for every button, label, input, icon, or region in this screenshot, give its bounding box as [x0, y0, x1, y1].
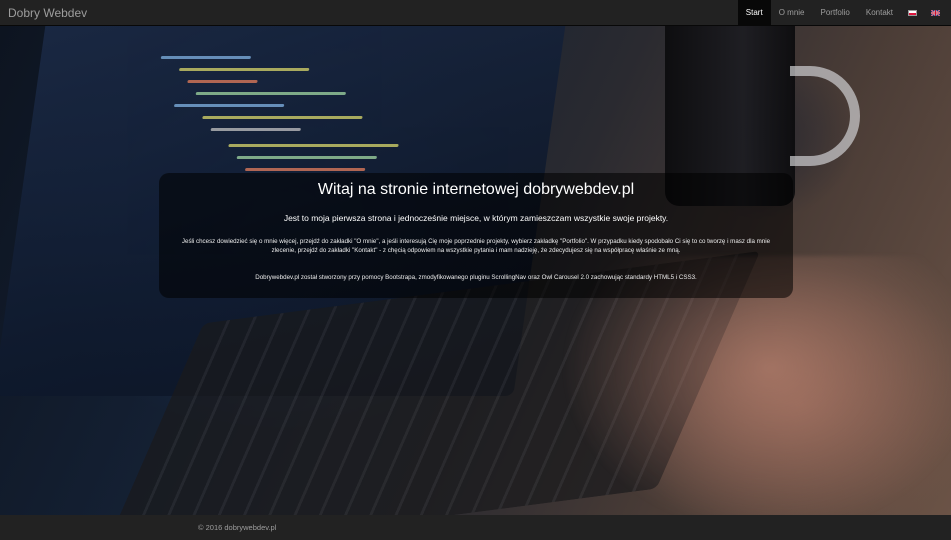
nav-item-portfolio[interactable]: Portfolio: [813, 0, 858, 26]
nav-item-start[interactable]: Start: [737, 0, 771, 26]
nav-item-o-mnie[interactable]: O mnie: [771, 0, 813, 26]
language-pl-button[interactable]: [901, 0, 924, 26]
nav-menu: Start O mnie Portfolio Kontakt: [737, 0, 951, 26]
welcome-tech-note: Dobrywebdev.pl został stworzony przy pom…: [255, 273, 697, 281]
welcome-title: Witaj na stronie internetowej dobrywebde…: [317, 181, 635, 198]
brand-link[interactable]: Dobry Webdev: [0, 6, 87, 20]
welcome-box: Witaj na stronie internetowej dobrywebde…: [159, 173, 793, 298]
top-navbar: Dobry Webdev Start O mnie Portfolio Kont…: [0, 0, 951, 26]
mug-handle-image: [790, 66, 860, 166]
welcome-lead: Jest to moja pierwsza strona i jednocześ…: [283, 213, 669, 223]
language-en-button[interactable]: [924, 0, 947, 26]
welcome-text: Jeśli chcesz dowiedzieć się o mnie więce…: [181, 238, 771, 255]
footer: © 2016 dobrywebdev.pl: [0, 515, 951, 540]
nav-item-kontakt[interactable]: Kontakt: [858, 0, 901, 26]
copyright-text: © 2016 dobrywebdev.pl: [198, 523, 277, 532]
flag-poland-icon: [908, 9, 917, 16]
flag-uk-icon: [931, 9, 940, 16]
